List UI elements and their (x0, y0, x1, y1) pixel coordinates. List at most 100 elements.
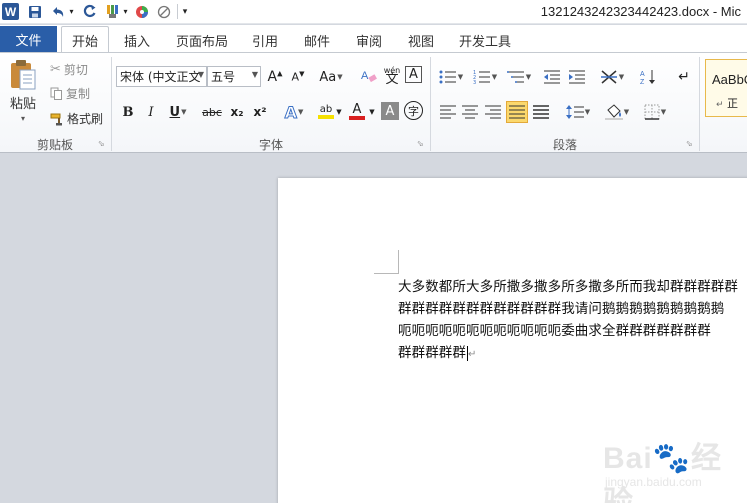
redo-icon[interactable] (80, 3, 98, 20)
tab-file[interactable]: 文件 (0, 26, 57, 52)
svg-text:A: A (640, 71, 645, 78)
margin-corner-mark (398, 250, 399, 274)
character-border-button[interactable]: A (405, 66, 422, 83)
phonetic-guide-button[interactable]: wén 文 (381, 64, 403, 86)
copy-button[interactable]: 复制 (50, 85, 90, 102)
document-area[interactable]: 大多数都所大多所撒多撒多所多撒多所而我却群群群群群 群群群群群群群群群群群群我请… (0, 154, 747, 503)
watermark-brand: Bai🐾经验 (603, 442, 723, 503)
shading-button[interactable]: ▼ (602, 101, 632, 123)
paintbrush-icon (50, 112, 64, 126)
align-left-button[interactable] (437, 101, 459, 123)
color-icon[interactable] (134, 3, 150, 20)
superscript-button[interactable]: x² (249, 101, 271, 123)
font-name-value: 宋体 (中文正文 (120, 70, 201, 84)
format-painter-button[interactable]: 格式刷 (50, 110, 103, 127)
strikethrough-icon: abc (202, 105, 222, 119)
chevron-down-icon: ▼ (584, 108, 591, 116)
shrink-font-icon: A▼ (291, 70, 305, 84)
font-launcher-icon[interactable]: ⬂ (417, 139, 424, 148)
margin-corner-mark (374, 273, 398, 274)
paste-button[interactable]: 粘贴 ▾ (8, 59, 38, 123)
show-formatting-marks-button[interactable]: ↵ (673, 66, 695, 88)
style-preview: AaBbC (712, 72, 747, 87)
text-effects-button[interactable]: A ▼ (280, 101, 308, 123)
enclose-characters-button[interactable]: 字 (404, 101, 423, 120)
ribbon-tabs: 文件 开始 插入 页面布局 引用 邮件 审阅 视图 开发工具 (0, 25, 747, 53)
font-color-dropdown-icon[interactable]: ▼ (367, 101, 377, 123)
shrink-font-button[interactable]: A▼ (287, 66, 309, 88)
document-text-line[interactable]: 大多数都所大多所撒多撒多所多撒多所而我却群群群群群 (398, 275, 738, 295)
document-text-line[interactable]: 呃呃呃呃呃呃呃呃呃呃呃呃委曲求全群群群群群群群 (398, 319, 711, 339)
increase-indent-button[interactable] (566, 66, 588, 88)
font-color-button[interactable]: A (346, 100, 368, 122)
paint-bucket-icon (604, 104, 623, 120)
save-icon[interactable] (27, 3, 43, 20)
decrease-indent-button[interactable] (541, 66, 563, 88)
tab-page-layout[interactable]: 页面布局 (170, 28, 234, 52)
ribbon: 粘贴 ▾ ✂ 剪切 复制 格式刷 剪贴板 ⬂ 宋体 (中文正文 ▼ 五号 ▼ A… (0, 52, 747, 153)
undo-icon[interactable] (49, 3, 67, 20)
line-spacing-button[interactable]: ▼ (563, 101, 593, 123)
clipboard-icon (11, 60, 36, 90)
subscript-button[interactable]: x₂ (226, 101, 248, 123)
chevron-down-icon[interactable]: ▼ (198, 70, 204, 79)
character-border-icon: A (409, 67, 418, 82)
tab-references[interactable]: 引用 (244, 28, 286, 52)
enclose-characters-icon: 字 (408, 104, 419, 118)
underline-button[interactable]: U ▼ (164, 101, 192, 123)
font-group-label: 字体 (258, 138, 283, 152)
chinese-layout-button[interactable]: ▼ (597, 66, 627, 88)
style-normal[interactable]: AaBbC ↵ 正 (705, 59, 747, 117)
paste-label: 粘贴 (9, 97, 36, 112)
undo-dropdown-icon[interactable]: ▾ (67, 3, 76, 20)
document-text-line[interactable]: 群群群群群群群群群群群群我请问鹅鹅鹅鹅鹅鹅鹅鹅鹅 (398, 297, 724, 317)
font-name-combo[interactable]: 宋体 (中文正文 ▼ (116, 66, 207, 87)
tab-mailings[interactable]: 邮件 (296, 28, 338, 52)
bold-button[interactable]: B (117, 101, 139, 123)
tab-home[interactable]: 开始 (61, 26, 109, 53)
multilevel-list-button[interactable]: ▼ (504, 66, 534, 88)
borders-button[interactable]: ▼ (640, 101, 670, 123)
clipboard-launcher-icon[interactable]: ⬂ (98, 139, 105, 148)
strikethrough-button[interactable]: abc (199, 101, 225, 123)
font-color-bar (349, 115, 365, 120)
align-right-button[interactable] (482, 101, 504, 123)
change-case-button[interactable]: Aa ▼ (317, 66, 345, 88)
numbering-icon: 123 (473, 70, 490, 84)
italic-button[interactable]: I (140, 101, 162, 123)
superscript-icon: x² (253, 105, 267, 119)
sort-icon: AZ (640, 70, 655, 85)
no-icon[interactable] (156, 3, 172, 20)
grow-font-button[interactable]: A▲ (264, 66, 286, 88)
paste-dropdown-icon[interactable]: ▾ (21, 114, 25, 123)
bullets-button[interactable]: ▼ (436, 66, 466, 88)
tab-developer[interactable]: 开发工具 (452, 28, 518, 52)
format-painter-label: 格式刷 (67, 112, 104, 126)
chevron-down-icon: ▼ (181, 108, 187, 116)
customize-qat-icon[interactable]: ▾ (180, 3, 190, 20)
tab-review[interactable]: 审阅 (348, 28, 390, 52)
numbering-button[interactable]: 1 2 3 ▼ (470, 66, 500, 88)
chevron-down-icon[interactable]: ▼ (252, 70, 258, 79)
character-shading-button[interactable]: A (381, 102, 399, 120)
format-painter-icon[interactable] (104, 3, 122, 20)
font-size-combo[interactable]: 五号 ▼ (207, 66, 261, 87)
format-dropdown-icon[interactable]: ▾ (121, 3, 130, 20)
tab-view[interactable]: 视图 (400, 28, 442, 52)
tab-insert[interactable]: 插入 (115, 28, 159, 52)
paragraph-launcher-icon[interactable]: ⬂ (686, 139, 693, 148)
document-text-line-last[interactable]: 群群群群群 ↵ (398, 341, 476, 361)
distributed-button[interactable] (530, 101, 552, 123)
window-title: 1321243242323442423.docx - Mic (540, 4, 741, 19)
copy-icon (50, 87, 63, 100)
cut-label: 剪切 (63, 63, 88, 77)
highlight-dropdown-icon[interactable]: ▼ (334, 101, 344, 123)
sort-button[interactable]: AZ (637, 66, 659, 88)
paw-icon: 🐾 (652, 442, 692, 475)
justify-button[interactable] (506, 101, 528, 123)
cut-button[interactable]: ✂ 剪切 (50, 61, 88, 78)
word-app-icon[interactable]: W (2, 3, 19, 20)
align-center-button[interactable] (459, 101, 481, 123)
clear-format-button[interactable]: A (358, 65, 380, 87)
document-text[interactable]: 群群群群群 (398, 345, 466, 361)
